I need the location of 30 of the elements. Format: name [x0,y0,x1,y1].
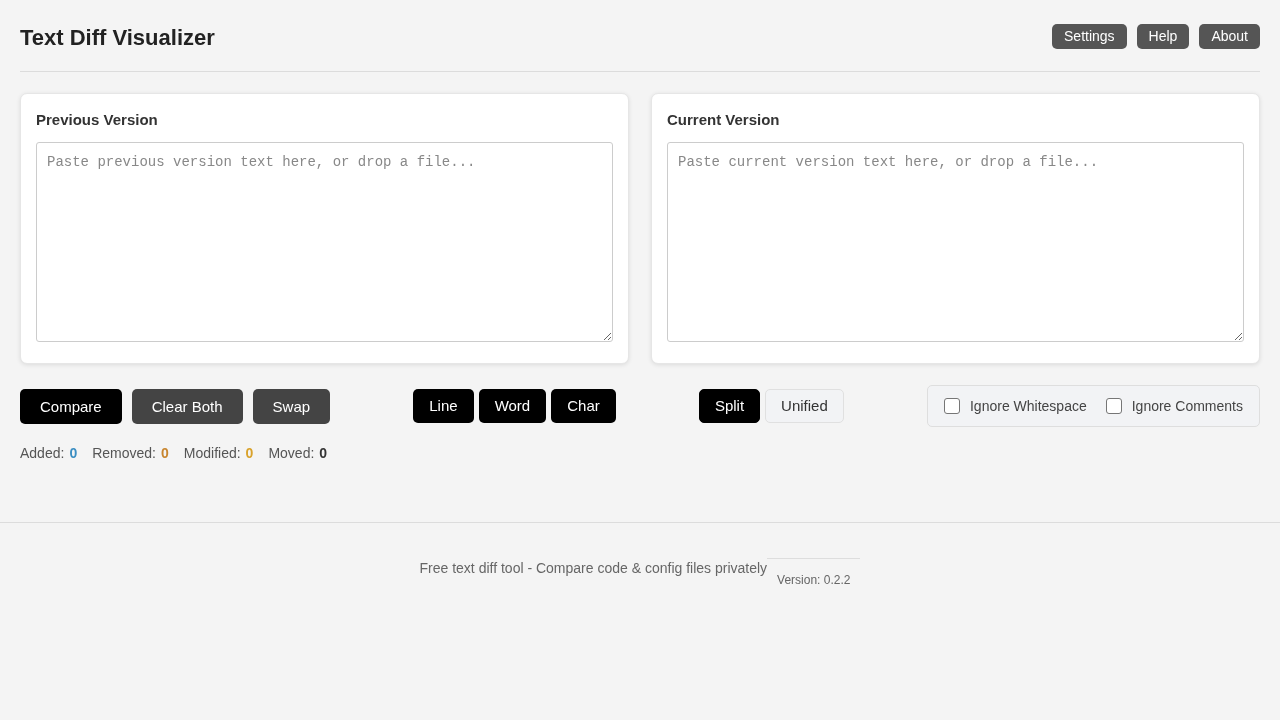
stat-value: 0 [161,444,169,463]
view-mode-button[interactable]: Split [698,389,761,423]
granularity-button[interactable]: Line [413,389,474,423]
stat-label: Modified: [183,444,241,463]
header-button[interactable]: About [1199,23,1260,49]
header-button[interactable]: Settings [1052,23,1127,49]
granularity-button[interactable]: Char [551,389,616,423]
stat-label: Removed: [92,444,156,463]
footer-text: Free text diff tool - Compare code & config files privately [419,559,768,578]
action-button[interactable]: Clear Both [131,388,243,424]
stat-label: Added: [20,444,65,463]
text-input[interactable]: Paste current version text here, or drop a file... [667,142,1244,342]
app-title: Text Diff Visualizer [20,24,215,52]
header-button[interactable]: Help [1136,23,1190,49]
stat-value: 0 [69,444,78,463]
version-label: Version: 0.2.2 [767,558,861,588]
text-input[interactable]: Paste previous version text here, or drop a file... [36,142,613,342]
panel-title: Previous Version [36,110,159,130]
stat-value: 0 [245,444,254,463]
checkbox[interactable] [943,398,960,414]
action-button[interactable]: Swap [252,388,331,424]
granularity-button[interactable]: Word [478,389,547,423]
checkbox[interactable] [1105,398,1122,414]
option-label[interactable]: Ignore Comments [1131,396,1243,416]
stat-label: Moved: [268,444,315,463]
panel-title: Current Version [667,110,781,130]
view-mode-button[interactable]: Unified [765,389,844,423]
action-button[interactable]: Compare [20,388,122,424]
stat-value: 0 [319,444,328,463]
option-label[interactable]: Ignore Whitespace [969,396,1087,416]
